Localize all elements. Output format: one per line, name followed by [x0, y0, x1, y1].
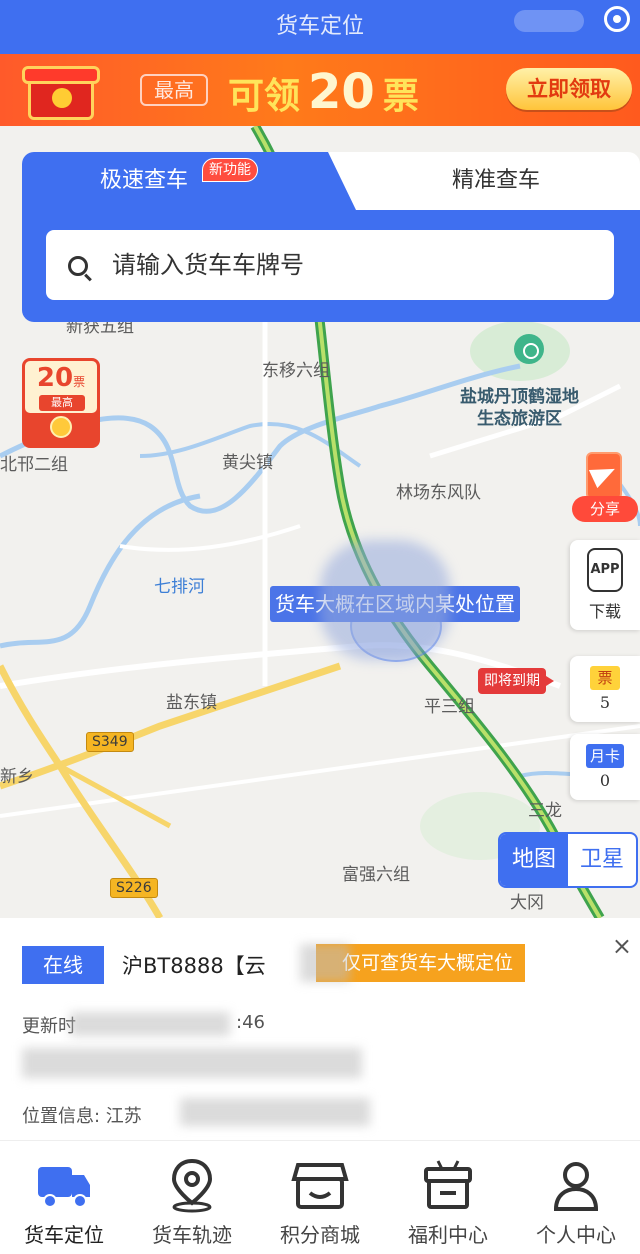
promo-tag: 最高 [140, 74, 208, 106]
store-icon [291, 1163, 349, 1209]
privacy-blur [70, 1012, 230, 1036]
status-badge: 在线 [22, 946, 104, 984]
search-box[interactable] [46, 230, 614, 300]
bottom-nav: 货车定位 货车轨迹 积分商城 福利中心 个人中心 [0, 1140, 640, 1254]
place-label-yandong: 盐东镇 [166, 693, 217, 713]
privacy-blur [180, 1098, 370, 1126]
nav-label: 货车轨迹 [152, 1223, 232, 1247]
truck-icon [38, 1167, 90, 1208]
poi-wetland-icon[interactable] [514, 334, 544, 364]
app-download-button[interactable]: APP 下载 [570, 540, 640, 630]
nav-label: 福利中心 [408, 1223, 488, 1247]
privacy-blur [300, 944, 350, 982]
road-shield-s226: S226 [110, 878, 158, 898]
share-button[interactable]: 分享 [570, 452, 640, 524]
privacy-blur-marker [320, 540, 450, 660]
privacy-blur [22, 1048, 362, 1078]
nav-profile[interactable]: 个人中心 [512, 1141, 640, 1254]
search-icon [68, 256, 88, 276]
update-time-value: :46 [236, 1012, 265, 1033]
place-label-beishao: 北邗二组 [0, 455, 68, 475]
promo-prefix: 可领 [228, 76, 301, 117]
claim-button[interactable]: 立即领取 [506, 68, 632, 110]
nav-truck-location[interactable]: 货车定位 [0, 1141, 128, 1254]
road-shield-s349: S349 [86, 732, 134, 752]
truck-info-card: × 在线 沪BT8888【云 仅可查货车大概定位 更新时 :46 位置信息: 江… [0, 918, 640, 1140]
red-packet-caption: 最高 [39, 395, 85, 411]
app-header: 货车定位 [0, 0, 640, 54]
nav-label: 个人中心 [536, 1223, 616, 1247]
map-mode-option[interactable]: 地图 [500, 834, 568, 886]
place-label-dongyi: 东移六组 [262, 361, 330, 381]
share-label: 分享 [572, 496, 638, 522]
ticket-count: 5 [599, 693, 611, 712]
ticket-balance-button[interactable]: 票 5 [570, 656, 640, 722]
new-feature-badge: 新功能 [202, 158, 258, 182]
place-label-huangjian: 黄尖镇 [222, 453, 273, 473]
app-icon: APP [587, 548, 623, 592]
tab-precise-check[interactable]: 精准查车 [352, 152, 640, 210]
place-label-linchang: 林场东风队 [396, 483, 481, 503]
expiring-badge: 即将到期 [478, 668, 554, 694]
coin-icon [50, 416, 72, 438]
track-pin-icon [171, 1158, 213, 1213]
place-label-xinxiang: 新乡 [0, 767, 34, 787]
search-area [22, 210, 640, 322]
place-label-wetland[interactable]: 盐城丹顶鹤湿地 生态旅游区 [460, 386, 579, 430]
satellite-mode-option[interactable]: 卫星 [568, 834, 636, 886]
map-type-toggle[interactable]: 地图 卫星 [498, 832, 638, 888]
nav-label: 货车定位 [24, 1223, 104, 1247]
place-label-ping3: 平三组 [424, 697, 475, 717]
tab-fast-check[interactable]: 极速查车 [22, 152, 356, 210]
target-icon[interactable] [604, 6, 630, 32]
plate-search-input[interactable] [112, 230, 602, 300]
month-card-button[interactable]: 月卡 0 [570, 734, 640, 800]
plate-number: 沪BT8888【云 [122, 954, 266, 978]
red-packet-button[interactable]: 20票 最高 [22, 358, 100, 448]
promo-banner[interactable]: 最高 可领 20 票 立即领取 [0, 54, 640, 126]
person-icon [553, 1162, 599, 1211]
place-label-fuqiang: 富强六组 [342, 865, 410, 885]
gift-box-icon [424, 1160, 472, 1209]
ticket-icon: 票 [590, 666, 620, 690]
nav-label: 积分商城 [280, 1223, 360, 1247]
gift-chest-icon [18, 60, 108, 122]
nav-welfare-center[interactable]: 福利中心 [384, 1141, 512, 1254]
red-packet-unit: 票 [73, 375, 86, 389]
place-label-sanlong: 三龙 [528, 801, 562, 821]
search-panel: 极速查车 新功能 精准查车 [22, 152, 640, 322]
location-info-label: 位置信息: 江苏 [22, 1106, 142, 1127]
promo-number: 20 [308, 64, 375, 120]
month-card-count: 0 [599, 771, 611, 790]
promo-suffix: 票 [382, 76, 419, 117]
red-packet-amount: 20 [36, 363, 74, 393]
update-time-label: 更新时 [22, 1016, 76, 1037]
promo-headline: 可领 20 票 [228, 64, 419, 120]
nav-truck-track[interactable]: 货车轨迹 [128, 1141, 256, 1254]
more-menu-button[interactable] [514, 10, 584, 32]
month-card-icon: 月卡 [585, 744, 624, 768]
place-label-dagang: 大冈 [510, 893, 544, 913]
close-icon[interactable]: × [612, 932, 632, 960]
download-label: 下载 [588, 602, 621, 621]
nav-points-mall[interactable]: 积分商城 [256, 1141, 384, 1254]
river-label-qipai: 七排河 [154, 577, 205, 597]
